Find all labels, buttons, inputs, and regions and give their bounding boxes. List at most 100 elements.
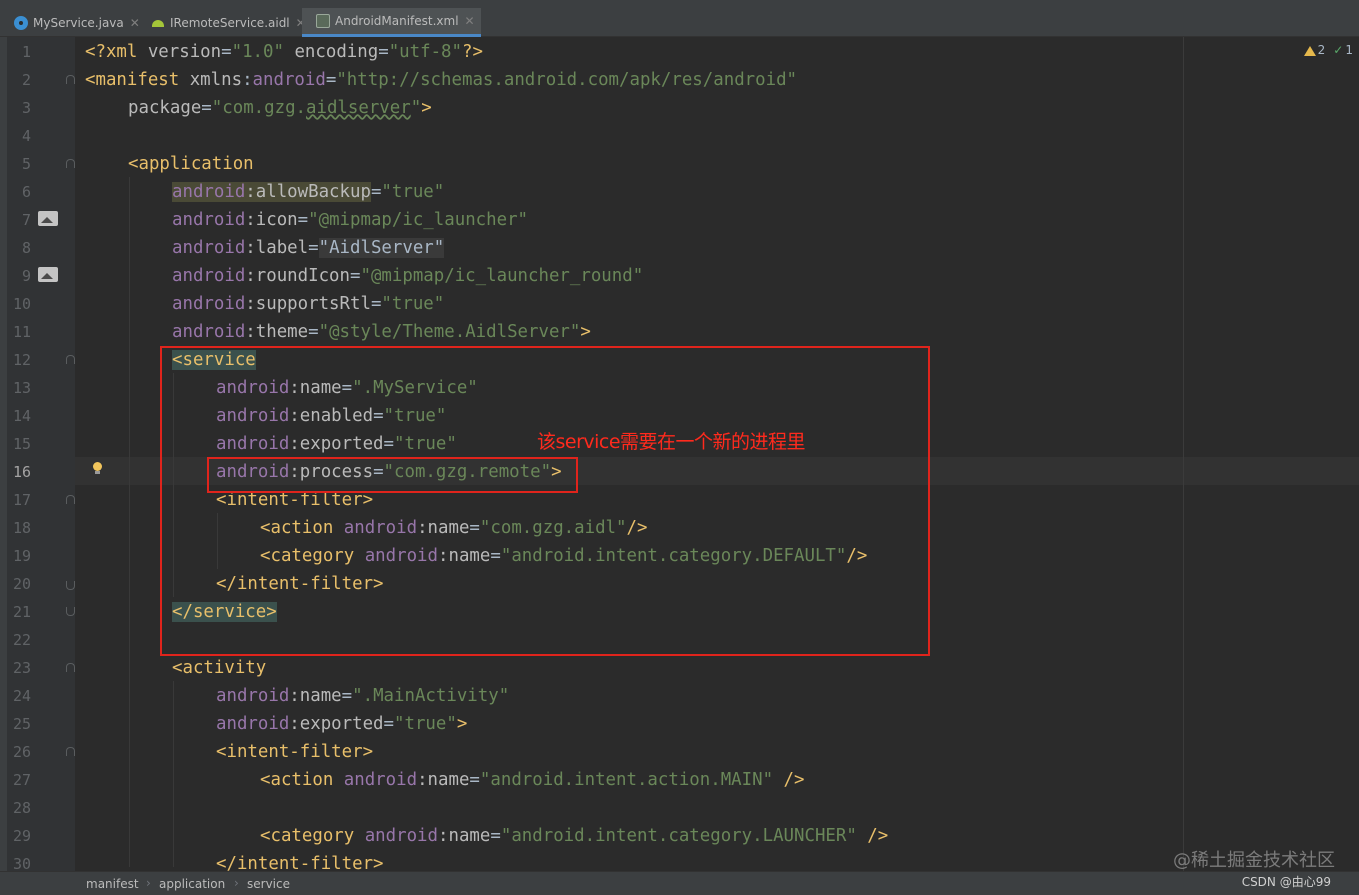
right-margin-guide xyxy=(1183,37,1184,871)
tab-iremoteservice-aidl[interactable]: IRemoteService.aidl ✕ xyxy=(137,8,306,37)
line-number: 16 xyxy=(12,463,31,481)
line-number: 15 xyxy=(12,435,31,453)
namespace: android xyxy=(252,70,326,90)
punct: = xyxy=(308,238,319,258)
code-line-30[interactable]: </intent-filter> xyxy=(216,850,384,871)
namespace: android xyxy=(172,238,246,258)
code-line-26[interactable]: <intent-filter> xyxy=(216,738,373,766)
code-line-27[interactable]: <action android:name="android.intent.act… xyxy=(260,766,805,794)
code-line-3[interactable]: package="com.gzg.aidlserver"> xyxy=(128,94,432,122)
fold-marker[interactable] xyxy=(66,159,75,168)
attr-name: :roundIcon xyxy=(245,266,350,286)
close-icon[interactable]: ✕ xyxy=(465,14,475,28)
ok-count: 1 xyxy=(1345,43,1353,57)
attr-value: "http://schemas.android.com/apk/res/andr… xyxy=(336,70,798,90)
punct: = xyxy=(370,294,382,314)
namespace: android xyxy=(172,182,246,202)
attr-value: "true" xyxy=(381,182,445,202)
line-number: 26 xyxy=(12,743,31,761)
punct: = xyxy=(350,266,361,286)
xml-declaration-end: ?> xyxy=(461,42,483,62)
indent-guide xyxy=(129,177,130,867)
namespace: android xyxy=(354,826,438,846)
line-number: 4 xyxy=(21,127,31,145)
breadcrumb-application[interactable]: application xyxy=(159,877,225,891)
attr-value: "@mipmap/ic_launcher_round" xyxy=(360,266,644,286)
image-preview-icon[interactable] xyxy=(38,267,58,282)
punct: = xyxy=(490,826,501,846)
attr-name: :icon xyxy=(245,210,298,230)
tab-androidmanifest-xml[interactable]: AndroidManifest.xml ✕ xyxy=(302,8,481,37)
line-number: 8 xyxy=(21,239,31,257)
attr-value: "android.intent.action.MAIN" xyxy=(479,770,774,790)
fold-marker[interactable] xyxy=(66,663,75,672)
attr-name: xmlns xyxy=(179,70,243,90)
code-line-9[interactable]: android:roundIcon="@mipmap/ic_launcher_r… xyxy=(172,262,643,290)
fold-marker[interactable] xyxy=(66,495,75,504)
attr-value: "utf-8" xyxy=(388,42,462,62)
line-number: 10 xyxy=(12,295,31,313)
line-number: 24 xyxy=(12,687,31,705)
android-icon xyxy=(151,16,165,30)
breadcrumb-manifest[interactable]: manifest xyxy=(86,877,139,891)
line-number: 9 xyxy=(21,267,31,285)
code-line-25[interactable]: android:exported="true"> xyxy=(216,710,467,738)
attr-value: "@mipmap/ic_launcher" xyxy=(308,210,529,230)
watermark-author: CSDN @由心99 xyxy=(1241,875,1331,889)
code-line-6[interactable]: android:allowBackup="true" xyxy=(172,178,444,206)
code-line-7[interactable]: android:icon="@mipmap/ic_launcher" xyxy=(172,206,528,234)
code-line-24[interactable]: android:name=".MainActivity" xyxy=(216,682,509,710)
code-line-8[interactable]: android:label="AidlServer" xyxy=(172,234,445,262)
warnings-indicator[interactable]: 2 xyxy=(1303,43,1325,57)
lightbulb-icon[interactable] xyxy=(92,462,103,474)
annotation-box-process xyxy=(207,457,578,493)
manifest-file-icon xyxy=(316,14,330,28)
annotation-box-service xyxy=(160,346,930,656)
attr-value: ".MainActivity" xyxy=(352,686,510,706)
attr-name: package xyxy=(128,98,202,118)
tag-close: > xyxy=(421,98,432,118)
tab-label: IRemoteService.aidl xyxy=(170,15,290,30)
tag-category: <category xyxy=(260,826,355,846)
code-line-5[interactable]: <application xyxy=(128,150,254,178)
check-icon: ✓ xyxy=(1333,43,1344,57)
attr-name: :name xyxy=(438,826,491,846)
fold-marker[interactable] xyxy=(66,581,75,590)
warning-icon xyxy=(1303,45,1316,56)
line-number: 7 xyxy=(21,211,31,229)
attr-name: encoding xyxy=(283,42,379,62)
code-line-10[interactable]: android:supportsRtl="true" xyxy=(172,290,444,318)
editor-tab-bar: MyService.java ✕ IRemoteService.aidl ✕ A… xyxy=(0,0,1359,37)
namespace: android xyxy=(172,322,246,342)
line-number: 18 xyxy=(12,519,31,537)
code-line-1[interactable]: <?xml version="1.0" encoding="utf-8"?> xyxy=(85,38,483,66)
attr-value: "android.intent.category.LAUNCHER" xyxy=(500,826,857,846)
punct: = xyxy=(378,42,389,62)
fold-marker[interactable] xyxy=(66,607,75,616)
namespace: android xyxy=(172,210,246,230)
line-number: 29 xyxy=(12,827,31,845)
tag-activity: <activity xyxy=(172,658,267,678)
ok-indicator[interactable]: ✓ 1 xyxy=(1333,43,1353,57)
punct: = xyxy=(370,182,382,202)
image-preview-icon[interactable] xyxy=(38,211,58,226)
punct: = xyxy=(341,686,353,706)
line-number: 21 xyxy=(12,603,31,621)
tag-close: /> xyxy=(856,826,889,846)
code-line-2[interactable]: <manifest xmlns:android="http://schemas.… xyxy=(85,66,797,94)
tab-myservice-java[interactable]: MyService.java ✕ xyxy=(0,8,140,37)
breadcrumb-service[interactable]: service xyxy=(247,877,290,891)
inspection-widget[interactable]: 2 ✓ 1 xyxy=(1303,43,1353,57)
line-number: 11 xyxy=(12,323,31,341)
attr-name: :exported xyxy=(289,714,384,734)
code-line-11[interactable]: android:theme="@style/Theme.AidlServer"> xyxy=(172,318,591,346)
tag-manifest: <manifest xyxy=(85,70,180,90)
line-number: 17 xyxy=(12,491,31,509)
code-line-29[interactable]: <category android:name="android.intent.c… xyxy=(260,822,888,850)
fold-marker[interactable] xyxy=(66,355,75,364)
fold-marker[interactable] xyxy=(66,75,75,84)
line-number: 13 xyxy=(12,379,31,397)
fold-marker[interactable] xyxy=(66,747,75,756)
code-line-23[interactable]: <activity xyxy=(172,654,266,682)
punct: = xyxy=(297,210,309,230)
